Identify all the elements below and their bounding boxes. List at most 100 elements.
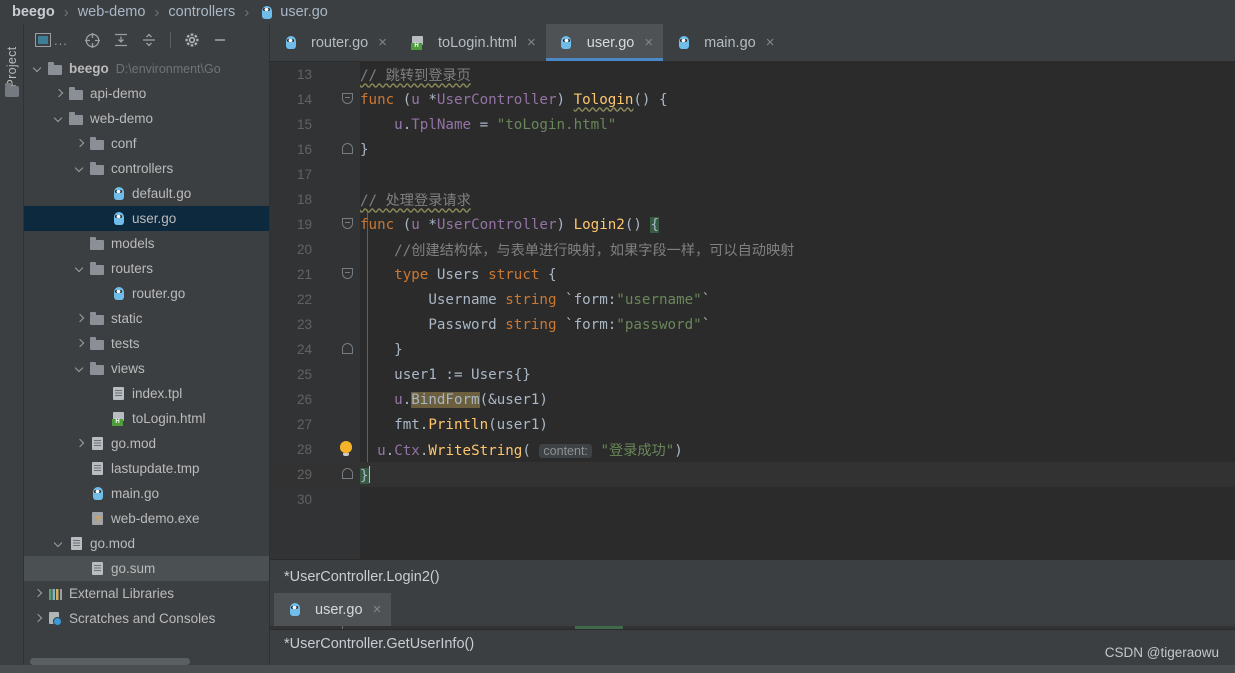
editor-tab-user-go[interactable]: user.go ×: [545, 24, 664, 61]
tree-row[interactable]: web-demo: [24, 106, 269, 131]
fold-column[interactable]: [316, 137, 360, 162]
fold-column[interactable]: [316, 162, 360, 187]
code-line[interactable]: 18 // 处理登录请求: [270, 187, 1235, 212]
fold-end-icon[interactable]: [342, 143, 353, 154]
code-line[interactable]: 27 fmt.Println(user1): [270, 412, 1235, 437]
breadcrumb-item-project[interactable]: beego: [12, 4, 55, 20]
code-line[interactable]: 16}: [270, 137, 1235, 162]
collapse-all-icon[interactable]: [136, 28, 162, 52]
fold-column[interactable]: [316, 112, 360, 137]
chevron-right-icon[interactable]: [32, 612, 45, 625]
fold-end-icon[interactable]: [342, 343, 353, 354]
editor-tab-toLogin-html[interactable]: toLogin.html ×: [397, 24, 546, 61]
tree-row[interactable]: Scratches and Consoles: [24, 606, 269, 631]
close-icon[interactable]: ×: [378, 35, 387, 50]
code-line[interactable]: 26 u.BindForm(&user1): [270, 387, 1235, 412]
tree-row[interactable]: go.sum: [24, 556, 269, 581]
fold-collapse-icon[interactable]: [342, 218, 353, 229]
breadcrumb-item-package[interactable]: controllers: [168, 4, 235, 20]
chevron-right-icon[interactable]: [74, 312, 87, 325]
project-window-icon[interactable]: [30, 28, 56, 52]
chevron-down-icon[interactable]: [74, 162, 87, 175]
code-line[interactable]: 24 }: [270, 337, 1235, 362]
secondary-tab-user-go[interactable]: user.go ×: [274, 593, 392, 626]
code-line[interactable]: 13 // 跳转到登录页: [270, 62, 1235, 87]
fold-column[interactable]: [316, 337, 360, 362]
chevron-right-icon[interactable]: [74, 137, 87, 150]
tree-row[interactable]: index.tpl: [24, 381, 269, 406]
editor-tab-router-go[interactable]: router.go ×: [270, 24, 398, 61]
code-line[interactable]: 15 u.TplName = "toLogin.html": [270, 112, 1235, 137]
fold-column[interactable]: [316, 412, 360, 437]
chevron-right-icon[interactable]: [74, 437, 87, 450]
editor-tab-main-go[interactable]: main.go ×: [663, 24, 785, 61]
more-options-label[interactable]: ...: [54, 33, 68, 48]
close-icon[interactable]: ×: [527, 35, 536, 50]
code-line[interactable]: 20 //创建结构体，与表单进行映射，如果字段一样，可以自动映射: [270, 237, 1235, 262]
tree-row[interactable]: conf: [24, 131, 269, 156]
fold-collapse-icon[interactable]: [342, 268, 353, 279]
fold-column[interactable]: [316, 387, 360, 412]
close-icon[interactable]: ×: [373, 602, 382, 617]
tree-row[interactable]: External Libraries: [24, 581, 269, 606]
tree-row[interactable]: tests: [24, 331, 269, 356]
fold-column[interactable]: [316, 462, 360, 487]
fold-column[interactable]: [316, 62, 360, 87]
fold-column[interactable]: [316, 487, 360, 512]
scroll-from-source-icon[interactable]: [80, 28, 106, 52]
code-line[interactable]: 17: [270, 162, 1235, 187]
fold-column[interactable]: [316, 212, 360, 237]
tree-row[interactable]: lastupdate.tmp: [24, 456, 269, 481]
fold-column[interactable]: [316, 262, 360, 287]
tree-row[interactable]: views: [24, 356, 269, 381]
code-line[interactable]: 19 func (u *UserController) Login2() {: [270, 212, 1235, 237]
close-icon[interactable]: ×: [644, 35, 653, 50]
fold-column[interactable]: [316, 187, 360, 212]
expand-all-icon[interactable]: [108, 28, 134, 52]
code-editor[interactable]: 13 // 跳转到登录页 14 func (u *UserController) To…: [270, 62, 1235, 559]
code-line[interactable]: 14 func (u *UserController) Tologin() {: [270, 87, 1235, 112]
tree-row[interactable]: static: [24, 306, 269, 331]
code-line[interactable]: 23 Password string `form:"password"`: [270, 312, 1235, 337]
code-line[interactable]: 28 u.Ctx.WriteString( content: "登录成功"): [270, 437, 1235, 462]
tree-row[interactable]: user.go: [24, 206, 269, 231]
code-line[interactable]: 29}: [270, 462, 1235, 487]
folder-icon[interactable]: [5, 83, 19, 97]
breadcrumb-item-module[interactable]: web-demo: [78, 4, 146, 20]
tree-row[interactable]: web-demo.exe: [24, 506, 269, 531]
chevron-down-icon[interactable]: [74, 362, 87, 375]
tree-row[interactable]: go.mod: [24, 431, 269, 456]
tree-row[interactable]: models: [24, 231, 269, 256]
tree-row[interactable]: routers: [24, 256, 269, 281]
tree-row[interactable]: go.mod: [24, 531, 269, 556]
code-line[interactable]: 22 Username string `form:"username"`: [270, 287, 1235, 312]
gear-icon[interactable]: [179, 28, 205, 52]
tree-row[interactable]: main.go: [24, 481, 269, 506]
tree-row[interactable]: controllers: [24, 156, 269, 181]
chevron-down-icon[interactable]: [32, 62, 45, 75]
fold-column[interactable]: [316, 312, 360, 337]
breadcrumb-item-file[interactable]: user.go: [258, 4, 328, 20]
hide-panel-icon[interactable]: [207, 28, 233, 52]
tree-row[interactable]: default.go: [24, 181, 269, 206]
chevron-right-icon[interactable]: [53, 87, 66, 100]
tree-row[interactable]: router.go: [24, 281, 269, 306]
project-tree[interactable]: beego D:\environment\Go api-demo web-demo co…: [24, 56, 269, 653]
tree-row[interactable]: api-demo: [24, 81, 269, 106]
code-line[interactable]: 30: [270, 487, 1235, 512]
fold-column[interactable]: [316, 287, 360, 312]
fold-end-icon[interactable]: [342, 468, 353, 479]
code-line[interactable]: 21 type Users struct {: [270, 262, 1235, 287]
chevron-down-icon[interactable]: [53, 537, 66, 550]
project-tree-hscrollbar[interactable]: [30, 658, 190, 665]
fold-column[interactable]: [316, 362, 360, 387]
chevron-right-icon[interactable]: [32, 587, 45, 600]
chevron-right-icon[interactable]: [74, 337, 87, 350]
fold-column[interactable]: [316, 87, 360, 112]
chevron-down-icon[interactable]: [53, 112, 66, 125]
close-icon[interactable]: ×: [766, 35, 775, 50]
tree-row[interactable]: toLogin.html: [24, 406, 269, 431]
tree-row[interactable]: beego D:\environment\Go: [24, 56, 269, 81]
fold-collapse-icon[interactable]: [342, 93, 353, 104]
fold-column[interactable]: [316, 437, 360, 462]
